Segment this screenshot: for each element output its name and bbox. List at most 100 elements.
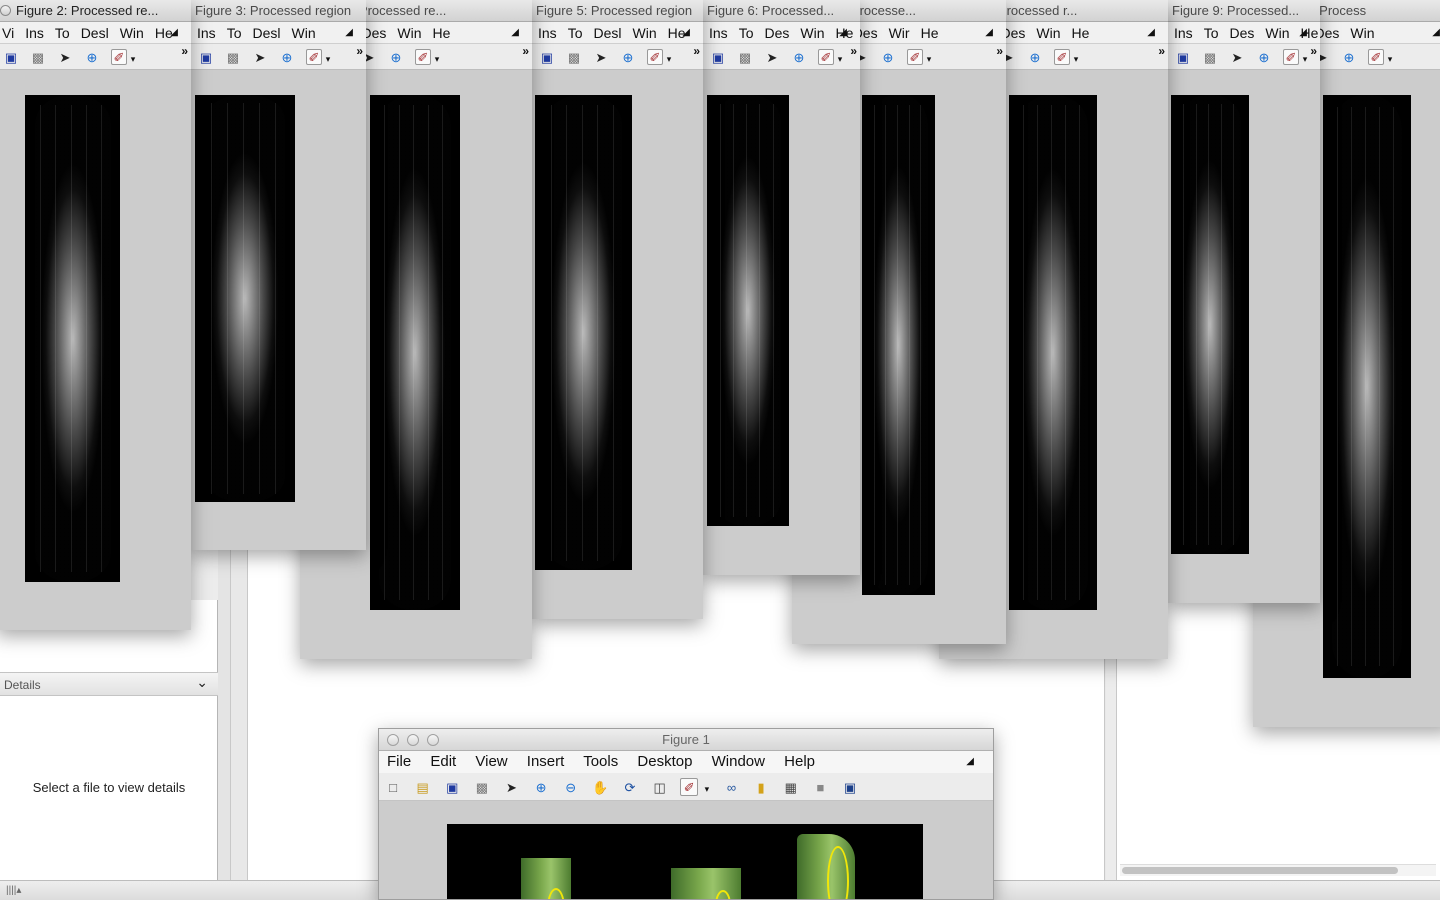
save-icon[interactable]: ▣: [3, 50, 19, 66]
print-icon[interactable]: ▩: [30, 50, 46, 66]
zoom-in-icon[interactable]: ⊕: [1256, 50, 1272, 66]
close-icon[interactable]: [387, 734, 399, 746]
menu-item[interactable]: Des: [1229, 25, 1254, 41]
menu-overflow-icon[interactable]: ◢: [1147, 22, 1155, 43]
brush-dropdown-icon[interactable]: ▾: [433, 51, 441, 67]
panel-divider[interactable]: [218, 540, 230, 882]
menu-item[interactable]: To: [1204, 25, 1219, 41]
open-file-icon[interactable]: ▤: [414, 779, 432, 797]
menu-file[interactable]: File: [387, 753, 411, 770]
menu-item[interactable]: He: [921, 25, 939, 41]
menu-item[interactable]: Win: [800, 25, 824, 41]
menu-item[interactable]: Vi: [2, 25, 14, 41]
show-plot-tools-icon[interactable]: ▣: [841, 779, 859, 797]
figure-titlebar[interactable]: Figure 5: Processed region: [532, 0, 703, 22]
figure-titlebar[interactable]: Figure 9: Processed...: [1168, 0, 1320, 22]
menu-item[interactable]: Ins: [538, 25, 557, 41]
processed-region-image[interactable]: [1009, 95, 1097, 610]
zoom-in-icon[interactable]: ⊕: [532, 779, 550, 797]
menu-item[interactable]: Win: [292, 25, 316, 41]
zoom-in-icon[interactable]: ⊕: [1027, 50, 1043, 66]
processed-region-image[interactable]: [370, 95, 460, 610]
resize-grip-icon[interactable]: ||||▴: [6, 885, 21, 896]
brush-dropdown-icon[interactable]: ▾: [925, 51, 933, 67]
menu-item[interactable]: Desl: [81, 25, 109, 41]
menu-overflow-icon[interactable]: ◢: [839, 22, 847, 43]
save-icon[interactable]: ▣: [443, 779, 461, 797]
brush-dropdown-icon[interactable]: ▾: [1072, 51, 1080, 67]
details-panel-header[interactable]: Details ⌄: [0, 672, 218, 696]
menu-item[interactable]: Win: [120, 25, 144, 41]
rotate-3d-icon[interactable]: ⟳: [621, 779, 639, 797]
brush-icon[interactable]: ✐: [907, 49, 923, 65]
save-icon[interactable]: ▣: [710, 50, 726, 66]
save-icon[interactable]: ▣: [198, 50, 214, 66]
edit-plot-icon[interactable]: ➤: [593, 50, 609, 66]
menu-item[interactable]: Ins: [1174, 25, 1193, 41]
menu-item[interactable]: Wir: [889, 25, 910, 41]
menu-item[interactable]: Win: [633, 25, 657, 41]
zoom-in-icon[interactable]: ⊕: [279, 50, 295, 66]
processed-region-image[interactable]: [862, 95, 935, 595]
menu-item[interactable]: Desl: [252, 25, 280, 41]
menu-overflow-icon[interactable]: ◢: [682, 22, 690, 43]
menu-edit[interactable]: Edit: [430, 753, 456, 770]
brush-icon[interactable]: ✐: [818, 49, 834, 65]
figure-window[interactable]: Figure 9: Processed... Ins To Des Win He ◢ ▣ ▩ ➤ ⊕…: [1168, 0, 1320, 603]
processed-region-image[interactable]: [1171, 95, 1249, 554]
zoom-in-icon[interactable]: ⊕: [620, 50, 636, 66]
print-icon[interactable]: ▩: [225, 50, 241, 66]
edit-plot-icon[interactable]: ➤: [57, 50, 73, 66]
menu-window[interactable]: Window: [712, 753, 765, 770]
print-icon[interactable]: ▩: [473, 779, 491, 797]
close-icon[interactable]: [0, 5, 11, 16]
brush-icon[interactable]: ✐: [1054, 49, 1070, 65]
figure-1-window[interactable]: Figure 1 File Edit View Insert Tools Des…: [378, 728, 994, 900]
edit-plot-icon[interactable]: ➤: [764, 50, 780, 66]
toolbar-overflow-icon[interactable]: »: [522, 44, 529, 58]
menu-overflow-icon[interactable]: ◢: [511, 22, 519, 43]
scrollbar-thumb[interactable]: [1122, 867, 1398, 874]
pan-icon[interactable]: ✋: [591, 779, 609, 797]
menu-insert[interactable]: Insert: [527, 753, 565, 770]
menu-overflow-icon[interactable]: ◢: [1432, 22, 1440, 43]
toolbar-overflow-icon[interactable]: »: [1158, 44, 1165, 58]
menu-item[interactable]: He: [1072, 25, 1090, 41]
menu-item[interactable]: Desl: [593, 25, 621, 41]
menu-overflow-icon[interactable]: ◢: [170, 22, 178, 43]
edit-plot-icon[interactable]: ➤: [252, 50, 268, 66]
menu-item[interactable]: Win: [397, 25, 421, 41]
brush-icon[interactable]: ✐: [306, 49, 322, 65]
zoom-out-icon[interactable]: ⊖: [562, 779, 580, 797]
zoom-in-icon[interactable]: ⊕: [791, 50, 807, 66]
processed-region-image[interactable]: [707, 95, 789, 526]
brush-icon[interactable]: ✐: [680, 778, 699, 796]
brush-icon[interactable]: ✐: [415, 49, 431, 65]
print-icon[interactable]: ▩: [737, 50, 753, 66]
menu-item[interactable]: He: [433, 25, 451, 41]
brush-icon[interactable]: ✐: [111, 49, 127, 65]
toolbar-overflow-icon[interactable]: »: [356, 44, 363, 58]
menu-item[interactable]: Ins: [197, 25, 216, 41]
menu-overflow-icon[interactable]: ◢: [985, 22, 993, 43]
brush-icon[interactable]: ✐: [647, 49, 663, 65]
menu-item[interactable]: To: [739, 25, 754, 41]
menu-overflow-icon[interactable]: ◢: [345, 22, 353, 43]
zoom-in-icon[interactable]: ⊕: [1341, 50, 1357, 66]
toolbar-overflow-icon[interactable]: »: [850, 44, 857, 58]
brush-dropdown-icon[interactable]: ▾: [836, 51, 844, 67]
brush-dropdown-icon[interactable]: ▾: [1301, 51, 1309, 67]
zoom-icon[interactable]: [427, 734, 439, 746]
minimize-icon[interactable]: [407, 734, 419, 746]
save-icon[interactable]: ▣: [1175, 50, 1191, 66]
toolbar-overflow-icon[interactable]: »: [693, 44, 700, 58]
new-figure-icon[interactable]: □: [384, 779, 402, 797]
figure-1-titlebar[interactable]: Figure 1: [379, 729, 993, 751]
zoom-in-icon[interactable]: ⊕: [84, 50, 100, 66]
menu-item[interactable]: To: [227, 25, 242, 41]
figure-titlebar[interactable]: Figure 6: Processed...: [703, 0, 860, 22]
hide-plot-tools-icon[interactable]: ■: [811, 779, 829, 797]
processed-region-image[interactable]: [535, 95, 632, 570]
zoom-in-icon[interactable]: ⊕: [880, 50, 896, 66]
figure-window[interactable]: Figure 5: Processed region Ins To Desl Win He…: [532, 0, 703, 619]
